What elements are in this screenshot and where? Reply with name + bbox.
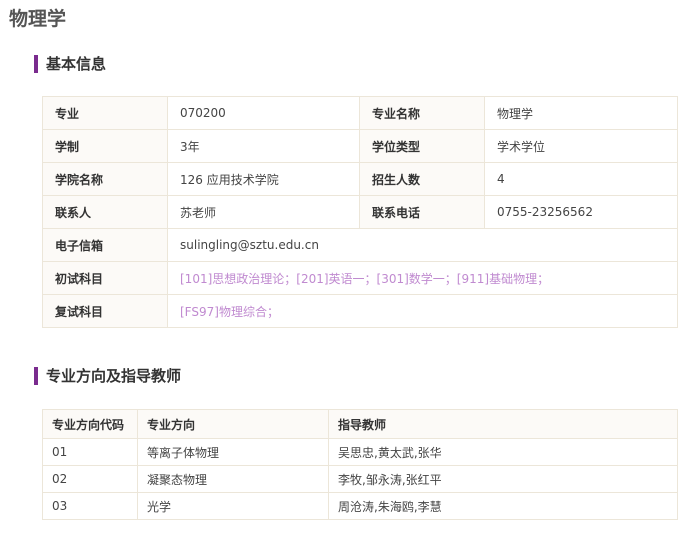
page-title: 物理学: [9, 8, 67, 30]
label-duration: 学制: [42, 129, 168, 163]
label-degree-type: 学位类型: [359, 129, 485, 163]
cell-advisors: 吴思忠,黄太武,张华: [328, 438, 678, 466]
label-prelim-subjects: 初试科目: [42, 261, 168, 295]
cell-direction: 等离子体物理: [137, 438, 329, 466]
label-retest-subjects: 复试科目: [42, 294, 168, 328]
value-email: sulingling@sztu.edu.cn: [167, 228, 678, 262]
section-heading-directions: 专业方向及指导教师: [34, 367, 181, 385]
value-college: 126 应用技术学院: [167, 162, 360, 196]
cell-advisors: 周沧涛,朱海鸥,李慧: [328, 492, 678, 520]
table-row: 学制 3年 学位类型 学术学位: [42, 129, 678, 163]
table-row: 01 等离子体物理 吴思忠,黄太武,张华: [42, 438, 678, 466]
value-retest-subjects[interactable]: [FS97]物理综合；: [167, 294, 678, 328]
label-phone: 联系电话: [359, 195, 485, 229]
label-major-name: 专业名称: [359, 96, 485, 130]
col-header-code: 专业方向代码: [42, 409, 138, 439]
value-phone: 0755-23256562: [484, 195, 678, 229]
cell-code: 02: [42, 465, 138, 493]
col-header-advisors: 指导教师: [328, 409, 678, 439]
cell-direction: 凝聚态物理: [137, 465, 329, 493]
table-row: 02 凝聚态物理 李牧,邹永涛,张红平: [42, 465, 678, 493]
cell-code: 03: [42, 492, 138, 520]
value-enrollment: 4: [484, 162, 678, 196]
value-major-code: 070200: [167, 96, 360, 130]
label-major-code: 专业: [42, 96, 168, 130]
table-row: 联系人 苏老师 联系电话 0755-23256562: [42, 195, 678, 229]
value-degree-type: 学术学位: [484, 129, 678, 163]
value-duration: 3年: [167, 129, 360, 163]
label-contact: 联系人: [42, 195, 168, 229]
label-email: 电子信箱: [42, 228, 168, 262]
table-row: 复试科目 [FS97]物理综合；: [42, 294, 678, 328]
label-enrollment: 招生人数: [359, 162, 485, 196]
label-college: 学院名称: [42, 162, 168, 196]
value-prelim-subjects[interactable]: [101]思想政治理论；[201]英语一；[301]数学一；[911]基础物理；: [167, 261, 678, 295]
col-header-direction: 专业方向: [137, 409, 329, 439]
table-row: 03 光学 周沧涛,朱海鸥,李慧: [42, 492, 678, 520]
basic-info-table: 专业 070200 专业名称 物理学 学制 3年 学位类型 学术学位 学院名称 …: [42, 96, 678, 328]
table-header-row: 专业方向代码 专业方向 指导教师: [42, 409, 678, 439]
section-heading-basic-info: 基本信息: [34, 55, 106, 73]
page: 物理学 基本信息 专业 070200 专业名称 物理学 学制 3年 学位类型 学…: [0, 0, 690, 533]
table-row: 学院名称 126 应用技术学院 招生人数 4: [42, 162, 678, 196]
table-row: 专业 070200 专业名称 物理学: [42, 96, 678, 130]
value-major-name: 物理学: [484, 96, 678, 130]
cell-code: 01: [42, 438, 138, 466]
cell-direction: 光学: [137, 492, 329, 520]
value-contact: 苏老师: [167, 195, 360, 229]
directions-table: 专业方向代码 专业方向 指导教师 01 等离子体物理 吴思忠,黄太武,张华 02…: [42, 409, 678, 520]
table-row: 电子信箱 sulingling@sztu.edu.cn: [42, 228, 678, 262]
table-row: 初试科目 [101]思想政治理论；[201]英语一；[301]数学一；[911]…: [42, 261, 678, 295]
cell-advisors: 李牧,邹永涛,张红平: [328, 465, 678, 493]
